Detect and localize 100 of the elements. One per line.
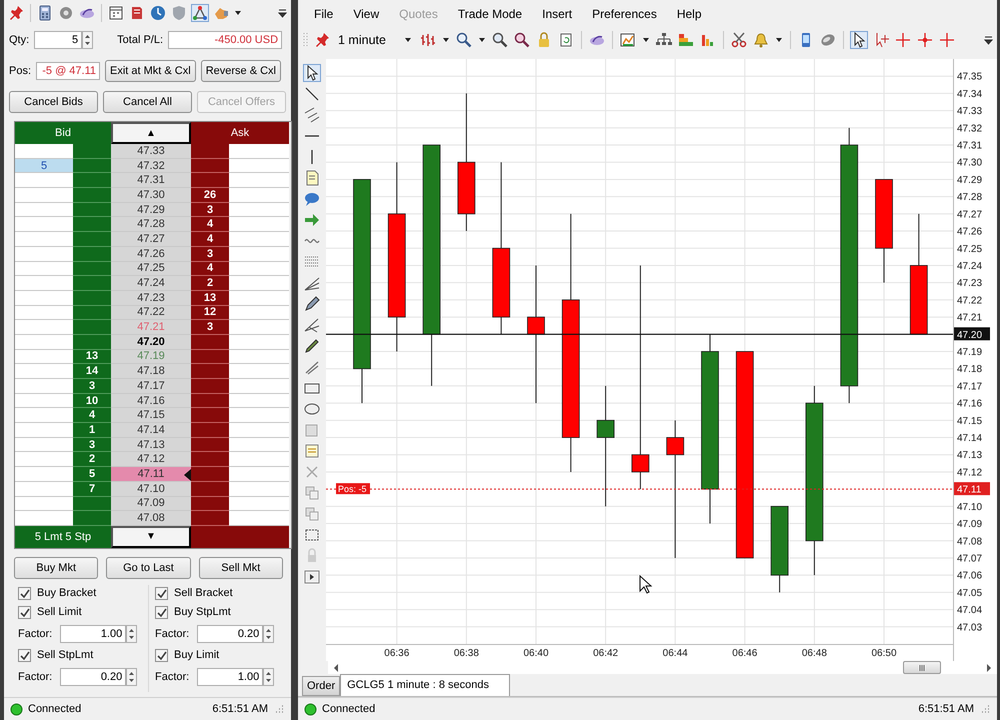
menu-item[interactable]: File: [304, 6, 344, 21]
checkbox[interactable]: [18, 648, 31, 662]
bid-size-cell[interactable]: [73, 202, 111, 218]
bar-chart-icon[interactable]: [700, 32, 716, 48]
pin-icon[interactable]: [8, 5, 24, 21]
bid-size-cell[interactable]: 3: [73, 379, 111, 394]
bid-order-cell[interactable]: [15, 482, 73, 496]
ask-size-cell[interactable]: [191, 467, 229, 482]
fan-lines-icon[interactable]: [304, 274, 320, 291]
checkbox-label[interactable]: Sell StpLmt: [37, 649, 94, 662]
trade-button[interactable]: Go to Last: [106, 556, 191, 579]
bid-order-cell[interactable]: [15, 511, 73, 526]
ask-size-cell[interactable]: [191, 173, 229, 188]
bid-size-cell[interactable]: [73, 334, 111, 350]
ask-order-cell[interactable]: [229, 158, 289, 174]
callout-icon[interactable]: [304, 190, 320, 207]
tab[interactable]: GCLG5 1 minute : 8 seconds: [340, 674, 510, 696]
bid-order-cell[interactable]: [15, 394, 73, 408]
stacked-bars-icon[interactable]: [678, 32, 694, 48]
bid-size-cell[interactable]: [73, 144, 111, 159]
shield-icon[interactable]: [171, 5, 187, 21]
pitchfork-icon[interactable]: [304, 316, 320, 333]
spin-buttons-icon[interactable]: [263, 668, 274, 686]
scissors-icon[interactable]: [730, 32, 747, 48]
menu-item[interactable]: View: [343, 6, 390, 21]
diagonal-lines-icon[interactable]: [304, 358, 320, 375]
overflow-icon[interactable]: [984, 35, 993, 46]
ask-order-cell[interactable]: [229, 144, 289, 159]
checkbox[interactable]: [155, 586, 168, 600]
ask-size-cell[interactable]: [191, 394, 229, 408]
resize-grip-icon[interactable]: [273, 703, 285, 715]
ask-order-cell[interactable]: [229, 306, 289, 320]
overflow-icon[interactable]: [278, 8, 287, 18]
calendar-icon[interactable]: [108, 5, 124, 21]
ask-order-cell[interactable]: [229, 217, 289, 232]
bid-size-cell[interactable]: [73, 306, 111, 320]
pen-icon[interactable]: [304, 338, 320, 354]
trade-button[interactable]: Sell Mkt: [198, 556, 283, 579]
interval-dropdown[interactable]: 1 minute: [338, 33, 386, 48]
menu-item[interactable]: Insert: [532, 6, 582, 21]
bid-order-cell[interactable]: [15, 173, 73, 188]
pointer-icon[interactable]: [304, 64, 320, 81]
bid-order-cell[interactable]: 5: [15, 158, 73, 174]
checkbox[interactable]: [18, 606, 31, 619]
ask-order-cell[interactable]: [229, 188, 289, 203]
bid-size-cell[interactable]: [73, 173, 111, 188]
bid-order-cell[interactable]: [15, 364, 73, 379]
ask-size-cell[interactable]: 4: [191, 262, 229, 276]
bid-size-cell[interactable]: 2: [73, 452, 111, 468]
bid-size-cell[interactable]: [73, 246, 111, 262]
ask-size-cell[interactable]: [191, 438, 229, 452]
spin-buttons-icon[interactable]: [263, 624, 274, 643]
scroll-down-button[interactable]: ▼: [111, 526, 191, 548]
bid-order-cell[interactable]: [15, 408, 73, 424]
bid-size-cell[interactable]: [73, 262, 111, 276]
bid-order-cell[interactable]: [15, 246, 73, 262]
ask-size-cell[interactable]: 3: [191, 202, 229, 218]
ask-size-cell[interactable]: [191, 452, 229, 468]
bid-order-cell[interactable]: [15, 217, 73, 232]
ask-order-cell[interactable]: [229, 364, 289, 379]
ask-order-cell[interactable]: [229, 452, 289, 468]
ask-size-cell[interactable]: 4: [191, 232, 229, 247]
factor-field[interactable]: 1.00: [60, 624, 126, 643]
bid-order-cell[interactable]: [15, 438, 73, 452]
pen-icon[interactable]: [304, 296, 320, 312]
copy-icon[interactable]: [304, 484, 320, 501]
resize-grip-icon[interactable]: [979, 703, 991, 716]
ask-size-cell[interactable]: [191, 379, 229, 394]
bid-order-cell[interactable]: [15, 290, 73, 306]
bell-icon[interactable]: [752, 32, 769, 48]
bid-order-cell[interactable]: [15, 452, 73, 468]
ask-size-cell[interactable]: [191, 408, 229, 424]
ask-order-cell[interactable]: [229, 262, 289, 276]
bid-size-cell[interactable]: [73, 511, 111, 526]
qty-field[interactable]: 5: [34, 31, 82, 49]
ask-size-cell[interactable]: [191, 496, 229, 512]
bid-order-cell[interactable]: [15, 334, 73, 350]
bid-order-cell[interactable]: [15, 144, 73, 159]
scroll-up-button[interactable]: ▲: [111, 122, 191, 144]
ask-order-cell[interactable]: [229, 511, 289, 526]
ask-size-cell[interactable]: [191, 364, 229, 379]
ask-size-cell[interactable]: 26: [191, 188, 229, 203]
spin-buttons-icon[interactable]: [126, 668, 138, 686]
book-icon[interactable]: [129, 5, 145, 21]
bid-size-cell[interactable]: [73, 217, 111, 232]
gear-icon[interactable]: [58, 5, 74, 21]
action-button[interactable]: Exit at Mkt & Cxl: [105, 60, 196, 82]
line-icon[interactable]: [304, 86, 320, 102]
bar-style-icon[interactable]: [420, 32, 436, 48]
notepad-icon[interactable]: [304, 442, 320, 459]
ask-order-cell[interactable]: [229, 290, 289, 306]
trade-button[interactable]: Buy Mkt: [14, 556, 98, 579]
ask-order-cell[interactable]: [229, 379, 289, 394]
bid-size-cell[interactable]: 7: [73, 482, 111, 496]
ellipse-icon[interactable]: [304, 400, 320, 417]
crosshair-icon[interactable]: [938, 32, 955, 48]
scrollbar-thumb[interactable]: [903, 661, 941, 674]
bid-size-cell[interactable]: [73, 158, 111, 174]
scroll-left-icon[interactable]: [332, 662, 340, 673]
ask-order-cell[interactable]: [229, 438, 289, 452]
